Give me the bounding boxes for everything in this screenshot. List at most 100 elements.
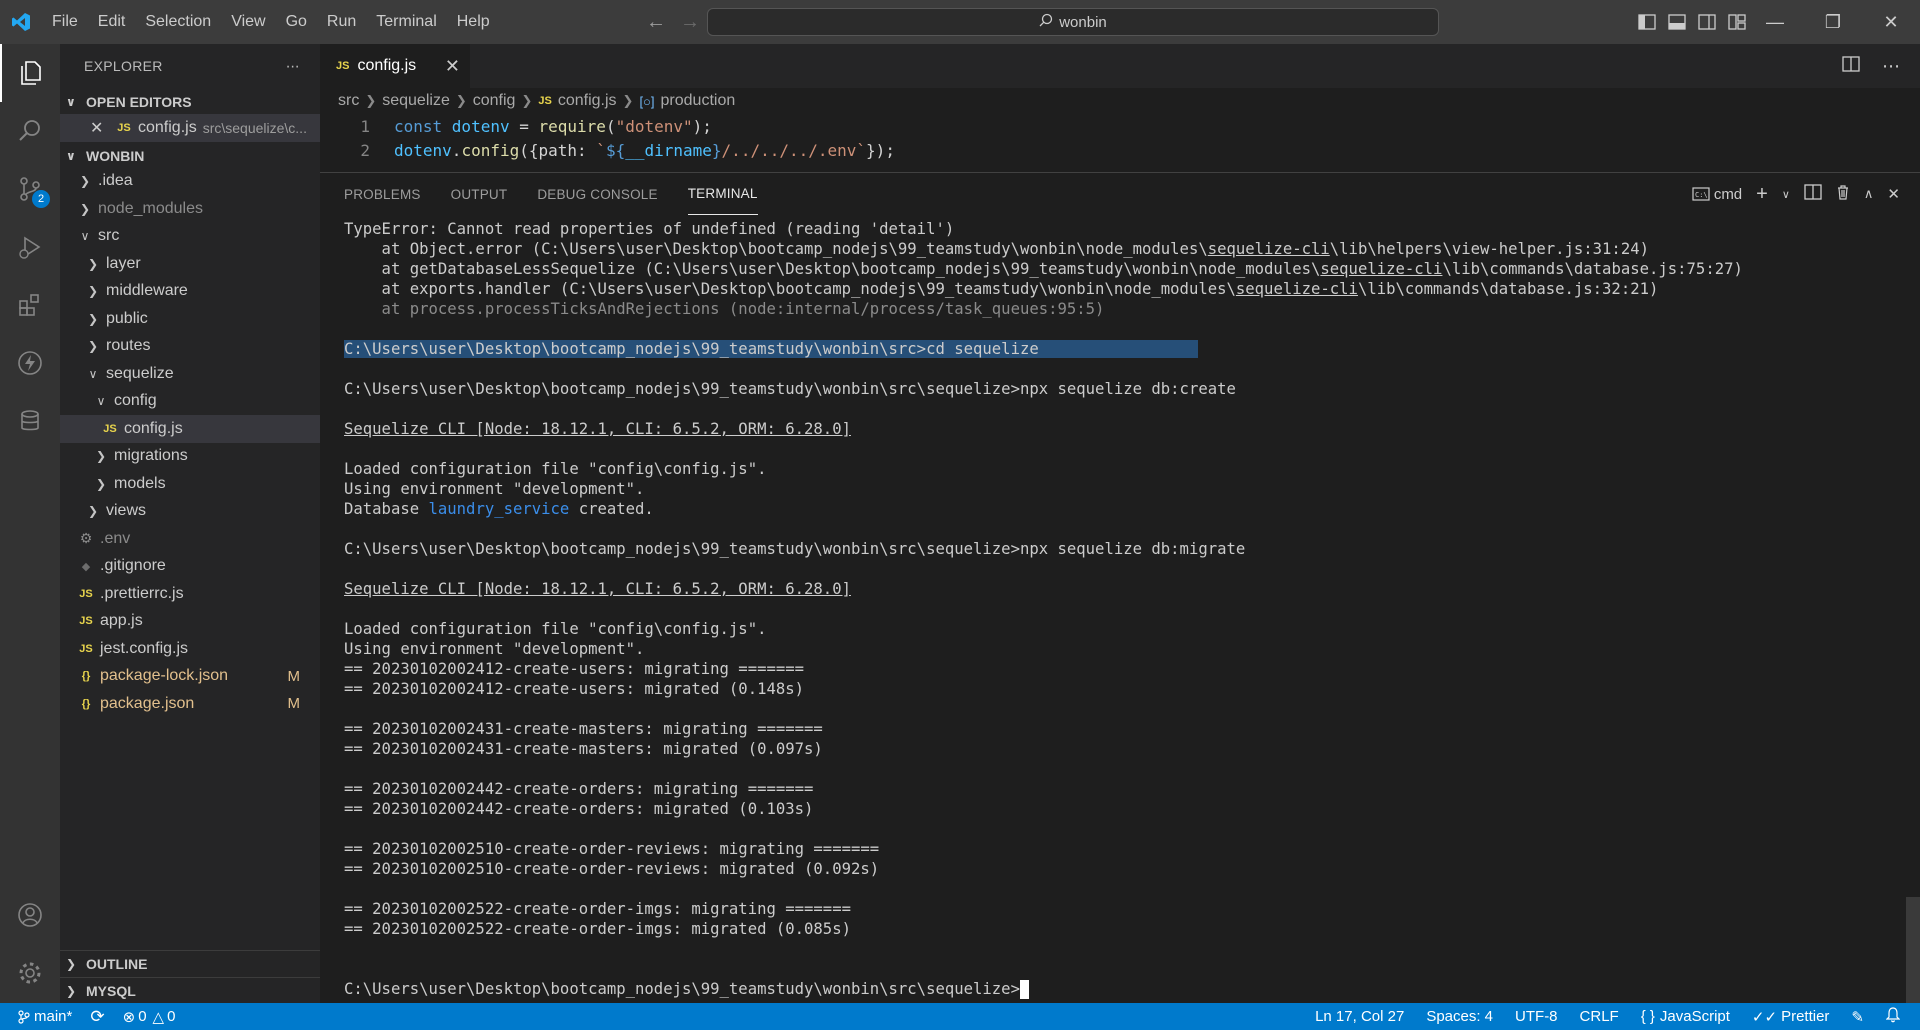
more-actions-icon[interactable]: ⋯ (1882, 56, 1900, 77)
chevron-right-icon: ❯ (87, 339, 99, 354)
tab-terminal[interactable]: TERMINAL (687, 173, 758, 215)
breadcrumb-item[interactable]: sequelize (382, 92, 450, 110)
tree-file[interactable]: JS config.js (60, 415, 320, 443)
close-tab-icon[interactable]: ✕ (445, 56, 460, 77)
tree-folder[interactable]: ∨ config (60, 388, 320, 416)
problems-status[interactable]: ⊗ 0 △ 0 (123, 1008, 176, 1026)
toggle-panel-icon[interactable] (1666, 11, 1688, 33)
git-file-icon: ◆ (81, 560, 91, 573)
tree-folder[interactable]: ∨ src (60, 223, 320, 251)
tree-folder[interactable]: ❯ views (60, 498, 320, 526)
menu-edit[interactable]: Edit (88, 0, 136, 44)
tab-debug-console[interactable]: DEBUG CONSOLE (537, 173, 657, 215)
tree-folder[interactable]: ❯ node_modules (60, 195, 320, 223)
cursor-position[interactable]: Ln 17, Col 27 (1315, 1008, 1404, 1025)
tab-config-js[interactable]: JS config.js ✕ (320, 44, 470, 88)
maximize-panel-icon[interactable]: ∧ (1864, 186, 1874, 202)
tree-file[interactable]: ⚙ .env (60, 525, 320, 553)
notifications-bell-icon[interactable] (1885, 1006, 1901, 1027)
menu-terminal[interactable]: Terminal (366, 0, 446, 44)
project-header[interactable]: ∨ WONBIN (60, 144, 320, 168)
terminal-scrollbar[interactable] (1906, 897, 1920, 1004)
prettier-status[interactable]: ✓✓ Prettier (1752, 1008, 1830, 1026)
tree-file[interactable]: {} package.json M (60, 690, 320, 718)
encoding[interactable]: UTF-8 (1515, 1008, 1558, 1025)
tree-item-label: public (106, 309, 148, 327)
chevron-down-icon[interactable]: ∨ (1782, 188, 1790, 201)
search-sidebar-icon[interactable] (0, 102, 60, 160)
source-control-icon[interactable]: 2 (0, 160, 60, 218)
selected-text: C:\Users\user\Desktop\bootcamp_nodejs\99… (344, 340, 1039, 358)
sync-icon[interactable]: ⟳ (90, 1007, 104, 1027)
explorer-icon[interactable] (0, 44, 60, 102)
terminal-prompt-line: C:\Users\user\Desktop\bootcamp_nodejs\99… (344, 979, 1904, 999)
tree-file[interactable]: ◆ .gitignore (60, 553, 320, 581)
close-panel-icon[interactable]: ✕ (1887, 185, 1900, 203)
breadcrumb-item[interactable]: production (661, 92, 736, 110)
back-arrow-icon[interactable]: ← (646, 11, 666, 34)
accounts-icon[interactable] (0, 886, 60, 944)
panel-tabs: PROBLEMS OUTPUT DEBUG CONSOLE TERMINAL C… (320, 173, 1920, 215)
menu-selection[interactable]: Selection (135, 0, 221, 44)
tab-problems[interactable]: PROBLEMS (344, 173, 421, 215)
manage-gear-icon[interactable] (0, 944, 60, 1002)
terminal-line: == 20230102002412-create-users: migratin… (344, 660, 805, 678)
terminal-output[interactable]: TypeError: Cannot read properties of und… (344, 219, 1904, 999)
open-editors-header[interactable]: ∨ OPEN EDITORS (60, 90, 320, 114)
minimize-icon[interactable]: — (1746, 0, 1804, 44)
tree-folder[interactable]: ❯ models (60, 470, 320, 498)
tree-folder[interactable]: ❯ middleware (60, 278, 320, 306)
split-terminal-icon[interactable] (1804, 184, 1822, 204)
run-debug-icon[interactable] (0, 218, 60, 276)
database-icon[interactable] (0, 392, 60, 450)
activity-bar: 2 (0, 44, 60, 1003)
restore-icon[interactable]: ❐ (1804, 0, 1862, 44)
branch-status[interactable]: main* (18, 1008, 72, 1025)
close-window-icon[interactable]: ✕ (1862, 0, 1920, 44)
toggle-secondary-sidebar-icon[interactable] (1696, 11, 1718, 33)
tree-folder[interactable]: ❯ layer (60, 250, 320, 278)
tree-item-label: package.json (100, 694, 195, 712)
menu-go[interactable]: Go (276, 0, 317, 44)
kill-terminal-trash-icon[interactable] (1836, 184, 1850, 204)
tree-file[interactable]: JS jest.config.js (60, 635, 320, 663)
menu-file[interactable]: File (42, 0, 88, 44)
tree-folder[interactable]: ❯ .idea (60, 168, 320, 196)
close-editor-icon[interactable]: ✕ (90, 118, 108, 138)
forward-arrow-icon[interactable]: → (680, 11, 700, 34)
open-editor-item[interactable]: ✕ JS config.js src\sequelize\c... (60, 114, 320, 142)
terminal-shell-selector[interactable]: C:\ cmd (1692, 186, 1742, 203)
code-editor[interactable]: 1 const dotenv = require("dotenv"); 2 do… (320, 114, 1920, 286)
tree-folder[interactable]: ❯ migrations (60, 443, 320, 471)
breadcrumb-item[interactable]: src (338, 92, 359, 110)
outline-section[interactable]: ❯ OUTLINE (60, 950, 320, 977)
tree-file[interactable]: {} package-lock.json M (60, 663, 320, 691)
breadcrumb-item[interactable]: config (473, 92, 516, 110)
tree-folder[interactable]: ∨ sequelize (60, 360, 320, 388)
command-center[interactable]: wonbin (707, 8, 1439, 36)
more-actions-icon[interactable]: ⋯ (286, 58, 300, 75)
tree-file[interactable]: JS .prettierrc.js (60, 580, 320, 608)
menu-view[interactable]: View (221, 0, 275, 44)
tree-folder[interactable]: ❯ public (60, 305, 320, 333)
menu-help[interactable]: Help (447, 0, 500, 44)
indentation[interactable]: Spaces: 4 (1426, 1008, 1493, 1025)
terminal-line: at getDatabaseLessSequelize (C:\Users\us… (344, 260, 1743, 278)
breadcrumb-item[interactable]: config.js (558, 92, 617, 110)
new-terminal-icon[interactable]: + (1756, 183, 1768, 206)
thunder-client-icon[interactable] (0, 334, 60, 392)
tree-file[interactable]: JS app.js (60, 608, 320, 636)
line-ending[interactable]: CRLF (1580, 1008, 1619, 1025)
menu-run[interactable]: Run (317, 0, 366, 44)
modified-badge: M (287, 667, 301, 685)
tab-output[interactable]: OUTPUT (451, 173, 508, 215)
toggle-primary-sidebar-icon[interactable] (1636, 11, 1658, 33)
language-mode[interactable]: { } JavaScript (1641, 1008, 1730, 1025)
customize-layout-icon[interactable] (1726, 11, 1748, 33)
mysql-section[interactable]: ❯ MYSQL (60, 977, 320, 1004)
extensions-icon[interactable] (0, 276, 60, 334)
tree-folder[interactable]: ❯ routes (60, 333, 320, 361)
split-editor-icon[interactable] (1842, 55, 1860, 77)
live-share-icon[interactable]: ✎ (1851, 1008, 1864, 1026)
chevron-right-icon: ❯ (622, 93, 634, 108)
